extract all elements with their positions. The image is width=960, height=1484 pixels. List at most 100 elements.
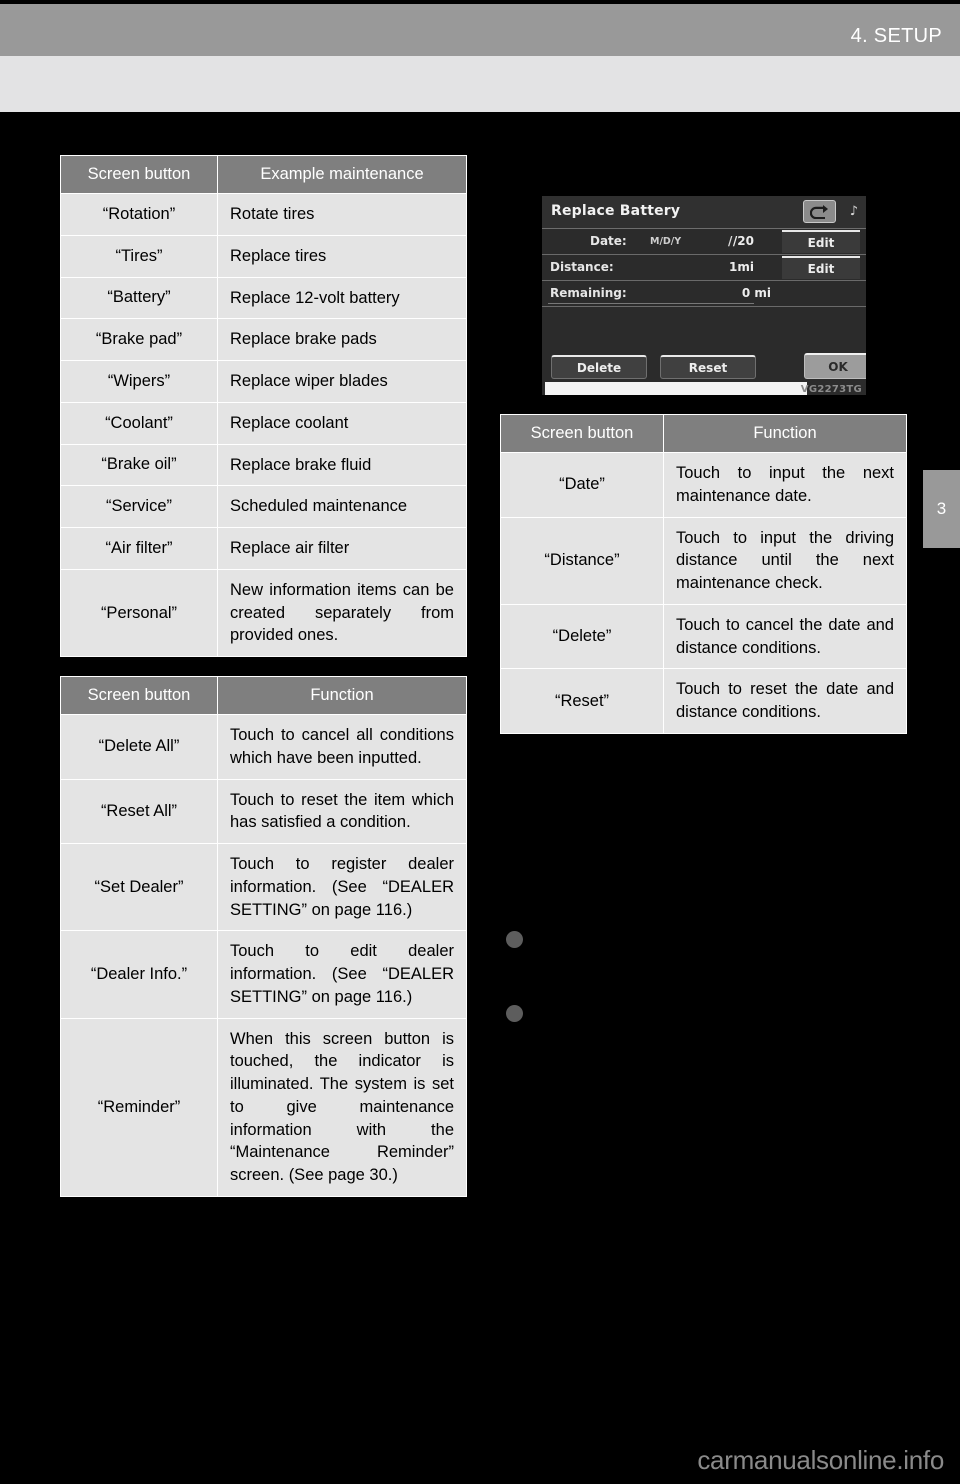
cell-maintenance: New information items can be created sep…: [217, 568, 467, 658]
cell-screen-button: “Set Dealer”: [60, 843, 218, 932]
figure-title-bar: Replace Battery ♪: [542, 196, 866, 229]
figure-row-distance: Distance: 1mi Edit: [542, 255, 866, 281]
cell-screen-button: “Rotation”: [60, 193, 218, 236]
chapter-number-tab: 3: [923, 470, 960, 548]
figure-image-code: VG2273TG: [800, 384, 862, 395]
cell-screen-button: “Service”: [60, 485, 218, 529]
cell-function: Touch to register dealer information. (S…: [217, 843, 467, 932]
figure-date-edit-button[interactable]: Edit: [782, 230, 860, 253]
figure-label-date: Date:: [590, 234, 627, 248]
figure-label-distance: Distance:: [550, 260, 614, 274]
cell-maintenance: Replace air filter: [217, 527, 467, 570]
page-header-bar: [0, 4, 960, 56]
figure-date-format: M/D/Y: [650, 236, 682, 247]
table-row: “Wipers” Replace wiper blades: [60, 360, 467, 403]
cell-maintenance: Replace 12-volt battery: [217, 276, 467, 320]
figure-row-remaining: Remaining: 0 mi: [542, 281, 866, 307]
cell-function: When this screen button is touched, the …: [217, 1017, 467, 1198]
column-header-function: Function: [663, 414, 907, 453]
table-row: “Dealer Info.” Touch to edit dealer info…: [60, 930, 467, 1019]
cell-screen-button: “Wipers”: [60, 360, 218, 403]
cell-screen-button: “Personal”: [60, 568, 218, 658]
cell-screen-button: “Delete”: [500, 603, 664, 670]
table-row: “Date” Touch to input the next maintenan…: [500, 452, 907, 518]
figure-distance-value: 1mi: [729, 260, 754, 274]
figure-label-remaining: Remaining:: [550, 286, 627, 300]
table-row: “Set Dealer” Touch to register dealer in…: [60, 843, 467, 932]
table-maintenance-functions: Screen button Function “Delete All” Touc…: [60, 676, 467, 1198]
figure-date-slash: /: [728, 234, 733, 248]
page-title: 4. SETUP: [850, 25, 942, 47]
figure-row-date: Date: M/D/Y / /20 Edit: [542, 229, 866, 255]
figure-bottom-strip: [545, 382, 807, 395]
bullet-marker-icon: [506, 1005, 523, 1022]
table-row: “Reset All” Touch to reset the item whic…: [60, 778, 467, 845]
cell-screen-button: “Distance”: [500, 516, 664, 605]
figure-distance-edit-button[interactable]: Edit: [782, 256, 860, 279]
cell-maintenance: Replace wiper blades: [217, 360, 467, 403]
cell-function: Touch to edit dealer information. (See “…: [217, 930, 467, 1019]
cell-function: Touch to cancel the date and distance co…: [663, 603, 907, 670]
cell-maintenance: Replace coolant: [217, 401, 467, 445]
figure-reset-button[interactable]: Reset: [660, 355, 756, 379]
column-header-screen-button: Screen button: [60, 676, 218, 715]
table-row: “Battery” Replace 12-volt battery: [60, 276, 467, 320]
header-subbar: [0, 56, 960, 112]
cell-function: Touch to input the driving distance unti…: [663, 516, 907, 605]
cell-screen-button: “Date”: [500, 452, 664, 518]
cell-screen-button: “Tires”: [60, 234, 218, 278]
table-row: “Coolant” Replace coolant: [60, 401, 467, 445]
table-row: “Service” Scheduled maintenance: [60, 485, 467, 529]
figure-remaining-underline: [548, 303, 754, 304]
table-row: “Delete” Touch to cancel the date and di…: [500, 603, 907, 670]
cell-screen-button: “Battery”: [60, 276, 218, 320]
column-header-screen-button: Screen button: [500, 414, 664, 453]
manual-page: 4. SETUP 3 Screen button Example mainten…: [0, 0, 960, 1484]
table-row: “Rotation” Rotate tires: [60, 193, 467, 236]
cell-function: Touch to input the next maintenance date…: [663, 452, 907, 518]
table-row: “Distance” Touch to input the driving di…: [500, 516, 907, 605]
figure-delete-button[interactable]: Delete: [551, 355, 647, 379]
table-header-row: Screen button Function: [500, 414, 907, 453]
music-note-icon: ♪: [849, 204, 858, 219]
cell-function: Touch to reset the item which has satisf…: [217, 778, 467, 845]
table-header-row: Screen button Example maintenance: [60, 155, 467, 194]
cell-maintenance: Replace brake fluid: [217, 443, 467, 487]
table-row: “Reminder” When this screen button is to…: [60, 1017, 467, 1198]
table-row: “Reset” Touch to reset the date and dist…: [500, 668, 907, 734]
cell-maintenance: Replace brake pads: [217, 318, 467, 362]
figure-screen-title: Replace Battery: [551, 203, 681, 219]
cell-screen-button: “Delete All”: [60, 714, 218, 780]
cell-maintenance: Scheduled maintenance: [217, 485, 467, 529]
figure-date-value: /20: [732, 234, 754, 248]
cell-screen-button: “Reminder”: [60, 1017, 218, 1198]
table-row: “Air filter” Replace air filter: [60, 527, 467, 570]
table-item-functions: Screen button Function “Date” Touch to i…: [500, 414, 907, 734]
table-row: “Brake pad” Replace brake pads: [60, 318, 467, 362]
cell-function: Touch to cancel all conditions which hav…: [217, 714, 467, 780]
cell-screen-button: “Air filter”: [60, 527, 218, 570]
cell-screen-button: “Dealer Info.”: [60, 930, 218, 1019]
bullet-marker-icon: [506, 931, 523, 948]
return-arrow-icon[interactable]: [803, 200, 836, 223]
table-row: “Tires” Replace tires: [60, 234, 467, 278]
figure-ok-button[interactable]: OK: [804, 353, 866, 379]
cell-maintenance: Rotate tires: [217, 193, 467, 236]
figure-replace-battery-screen: Replace Battery ♪ Date: M/D/Y / /20 Edit…: [539, 193, 869, 398]
figure-button-row: Delete Reset OK: [542, 353, 866, 381]
table-example-maintenance: Screen button Example maintenance “Rotat…: [60, 155, 467, 658]
cell-screen-button: “Brake pad”: [60, 318, 218, 362]
cell-maintenance: Replace tires: [217, 234, 467, 278]
table-header-row: Screen button Function: [60, 676, 467, 715]
cell-screen-button: “Reset”: [500, 668, 664, 734]
figure-remaining-value: 0 mi: [741, 286, 771, 300]
cell-screen-button: “Reset All”: [60, 778, 218, 845]
footer-watermark: carmanualsonline.info: [697, 1445, 944, 1475]
table-row: “Personal” New information items can be …: [60, 568, 467, 658]
column-header-function: Function: [217, 676, 467, 715]
column-header-screen-button: Screen button: [60, 155, 218, 194]
table-row: “Delete All” Touch to cancel all conditi…: [60, 714, 467, 780]
cell-screen-button: “Coolant”: [60, 401, 218, 445]
cell-function: Touch to reset the date and distance con…: [663, 668, 907, 734]
column-header-example-maintenance: Example maintenance: [217, 155, 467, 194]
